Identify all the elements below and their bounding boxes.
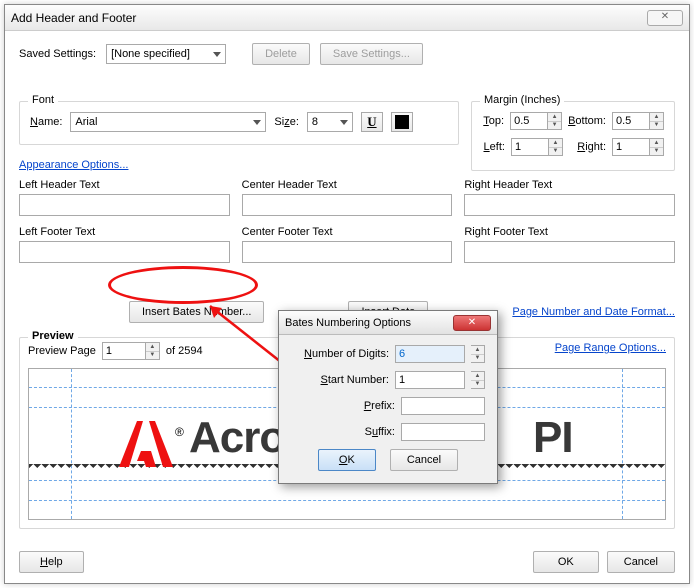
center-header-input[interactable] — [242, 194, 453, 216]
preview-of-label: of 2594 — [166, 345, 203, 357]
start-input[interactable] — [395, 371, 465, 389]
prefix-input[interactable] — [401, 397, 485, 415]
saved-settings-row: Saved Settings: [None specified] Delete … — [19, 43, 675, 65]
left-header-label: Left Header Text — [19, 179, 230, 191]
digits-label: Number of Digits: — [291, 348, 389, 360]
underline-button[interactable]: U — [361, 112, 383, 132]
right-header-input[interactable] — [464, 194, 675, 216]
right-footer-input[interactable] — [464, 241, 675, 263]
spinner-buttons[interactable]: ▲▼ — [471, 371, 485, 389]
digits-input[interactable] — [395, 345, 465, 363]
preview-text-1: Acro — [189, 413, 285, 463]
modal-body: Number of Digits: ▲▼ Start Number: ▲▼ Pr… — [279, 335, 497, 483]
spinner-buttons[interactable]: ▲▼ — [650, 138, 664, 156]
modal-close-button[interactable]: ✕ — [453, 315, 491, 331]
margin-right-label: Right: — [569, 141, 606, 153]
window-title: Add Header and Footer — [11, 11, 136, 25]
saved-settings-label: Saved Settings: — [19, 48, 96, 60]
close-button[interactable]: ✕ — [647, 10, 683, 26]
modal-ok-button[interactable]: OK — [318, 449, 376, 471]
preview-page-row: Preview Page ▲▼ of 2594 — [28, 342, 203, 360]
spinner-buttons[interactable]: ▲▼ — [548, 112, 562, 130]
font-size-value: 8 — [312, 116, 318, 128]
margin-right-input[interactable] — [612, 138, 650, 156]
preview-page-spinner[interactable]: ▲▼ — [102, 342, 160, 360]
color-button[interactable] — [391, 112, 413, 132]
spinner-buttons[interactable]: ▲▼ — [471, 345, 485, 363]
chevron-down-icon — [340, 120, 348, 125]
margin-top-input[interactable] — [510, 112, 548, 130]
insert-bates-button[interactable]: Insert Bates Number... — [129, 301, 264, 323]
saved-settings-value: [None specified] — [111, 48, 190, 60]
margin-right-spinner[interactable]: ▲▼ — [612, 138, 664, 156]
color-swatch-icon — [395, 115, 409, 129]
ok-button[interactable]: OK — [533, 551, 599, 573]
left-footer-label: Left Footer Text — [19, 226, 230, 238]
margin-top-label: Top: — [482, 115, 504, 127]
preview-text-2: PI — [533, 413, 573, 463]
suffix-label: Suffix: — [291, 426, 395, 438]
cancel-button[interactable]: Cancel — [607, 551, 675, 573]
font-name-label: Name: — [30, 116, 62, 128]
left-footer-input[interactable] — [19, 241, 230, 263]
font-size-label: Size: — [274, 116, 298, 128]
margin-bottom-label: Bottom: — [568, 115, 606, 127]
chevron-down-icon — [253, 120, 261, 125]
preview-legend: Preview — [28, 330, 78, 342]
header-footer-dialog: Add Header and Footer ✕ Saved Settings: … — [4, 4, 690, 584]
underline-icon: U — [367, 114, 376, 130]
spinner-buttons[interactable]: ▲▼ — [146, 342, 160, 360]
save-settings-button[interactable]: Save Settings... — [320, 43, 423, 65]
preview-page-input[interactable] — [102, 342, 146, 360]
margin-bottom-spinner[interactable]: ▲▼ — [612, 112, 664, 130]
right-header-label: Right Header Text — [464, 179, 675, 191]
modal-title: Bates Numbering Options — [285, 317, 411, 329]
spinner-buttons[interactable]: ▲▼ — [549, 138, 563, 156]
prefix-label: Prefix: — [291, 400, 395, 412]
left-header-input[interactable] — [19, 194, 230, 216]
spinner-buttons[interactable]: ▲▼ — [650, 112, 664, 130]
right-footer-label: Right Footer Text — [464, 226, 675, 238]
chevron-down-icon — [213, 52, 221, 57]
font-group: Font Name: Arial Size: 8 U — [19, 101, 459, 145]
start-label: Start Number: — [291, 374, 389, 386]
font-legend: Font — [28, 94, 58, 106]
margin-group: Margin (Inches) Top: ▲▼ Bottom: ▲▼ Left:… — [471, 101, 675, 171]
center-header-label: Center Header Text — [242, 179, 453, 191]
center-footer-label: Center Footer Text — [242, 226, 453, 238]
center-footer-input[interactable] — [242, 241, 453, 263]
font-name-dropdown[interactable]: Arial — [70, 112, 266, 132]
dialog-body: Saved Settings: [None specified] Delete … — [5, 31, 689, 583]
margin-bottom-input[interactable] — [612, 112, 650, 130]
delete-button[interactable]: Delete — [252, 43, 310, 65]
help-button[interactable]: Help — [19, 551, 84, 573]
adobe-logo-icon — [119, 421, 173, 467]
dialog-buttons: Help OK Cancel — [19, 551, 675, 573]
bates-options-dialog: Bates Numbering Options ✕ Number of Digi… — [278, 310, 498, 484]
margin-left-input[interactable] — [511, 138, 549, 156]
preview-page-label: Preview Page — [28, 345, 96, 357]
page-range-options-link[interactable]: Page Range Options... — [555, 342, 666, 354]
saved-settings-dropdown[interactable]: [None specified] — [106, 44, 226, 64]
registered-icon: ® — [175, 425, 184, 439]
header-footer-fields: Left Header Text Center Header Text Righ… — [19, 179, 675, 263]
margin-left-label: Left: — [482, 141, 505, 153]
modal-cancel-button[interactable]: Cancel — [390, 449, 458, 471]
font-name-value: Arial — [75, 116, 97, 128]
font-size-dropdown[interactable]: 8 — [307, 112, 353, 132]
titlebar[interactable]: Add Header and Footer ✕ — [5, 5, 689, 31]
margin-legend: Margin (Inches) — [480, 94, 564, 106]
appearance-options-link[interactable]: Appearance Options... — [19, 159, 128, 171]
page-number-format-link[interactable]: Page Number and Date Format... — [512, 306, 675, 318]
modal-titlebar[interactable]: Bates Numbering Options ✕ — [279, 311, 497, 335]
suffix-input[interactable] — [401, 423, 485, 441]
margin-left-spinner[interactable]: ▲▼ — [511, 138, 563, 156]
margin-top-spinner[interactable]: ▲▼ — [510, 112, 562, 130]
